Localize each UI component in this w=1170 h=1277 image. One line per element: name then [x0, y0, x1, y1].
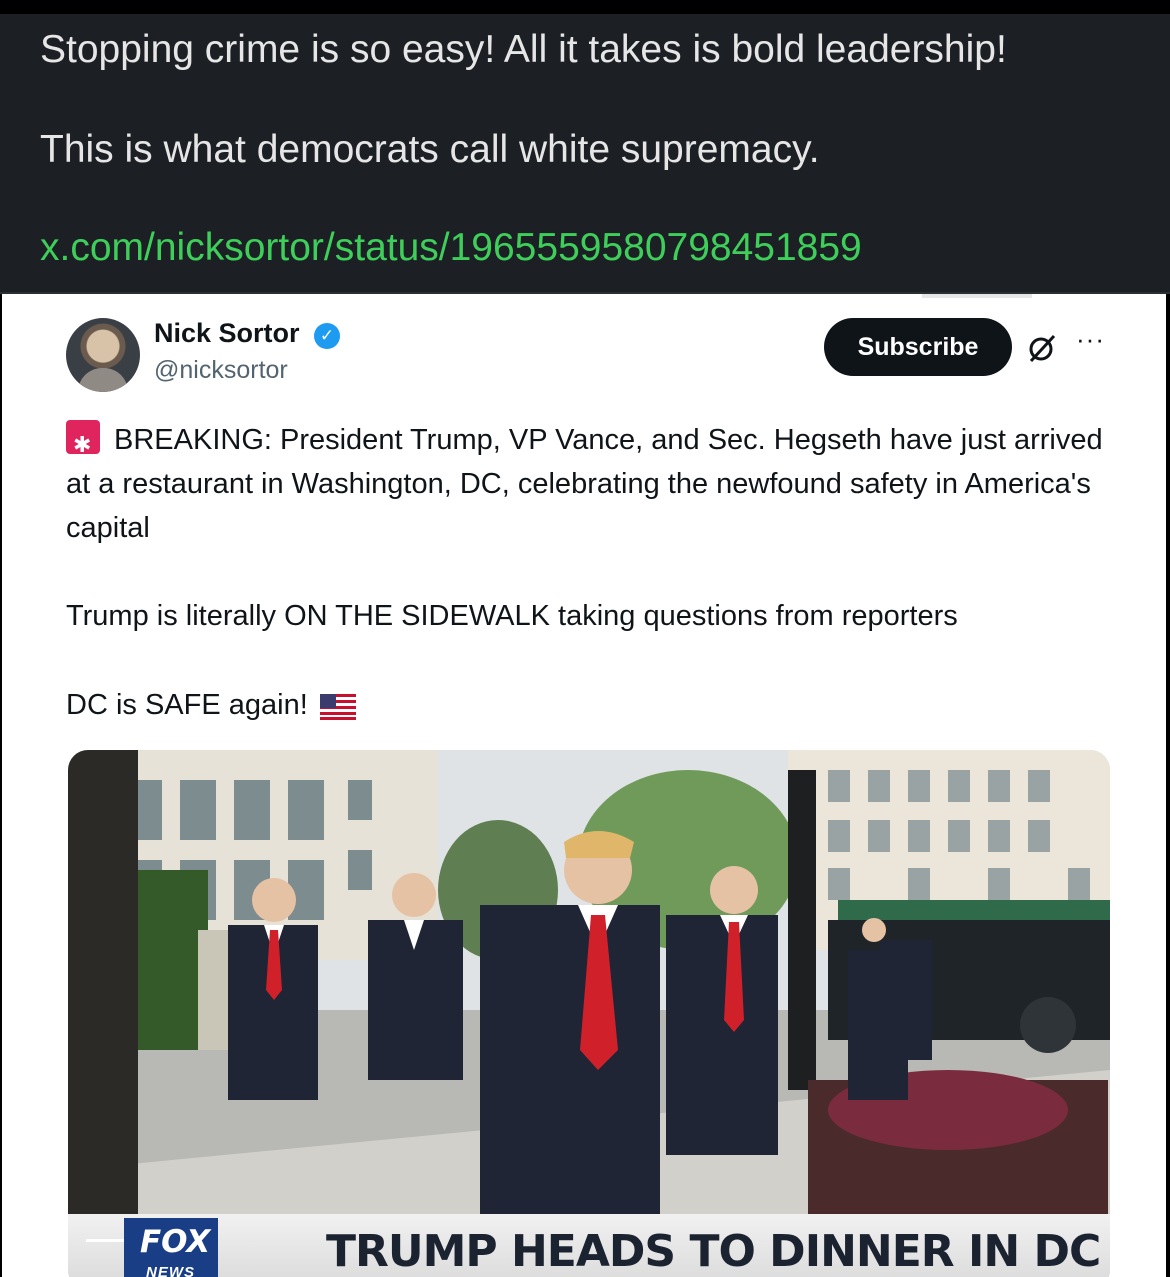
post-link[interactable]: x.com/nicksortor/status/1965559580798451…: [40, 224, 862, 272]
fox-logo-bottom: NEWS: [146, 1264, 195, 1277]
embedded-tweet-screenshot: Nick Sortor ✓ @nicksortor Subscribe ··· …: [0, 294, 1170, 1277]
siren-icon: [66, 420, 100, 467]
divider: [922, 294, 1032, 298]
author-handle[interactable]: @nicksortor: [154, 356, 288, 385]
chyron-rule: [86, 1239, 126, 1242]
tweet-card: Nick Sortor ✓ @nicksortor Subscribe ··· …: [2, 294, 1166, 1277]
fox-news-logo: FOX NEWS: [124, 1218, 218, 1277]
post-text-panel: Stopping crime is so easy! All it takes …: [0, 14, 1170, 294]
us-flag-icon: [319, 694, 356, 720]
tweet-paragraph-3-text: DC is SAFE again!: [66, 689, 308, 721]
tweet-paragraph-1: BREAKING: President Trump, VP Vance, and…: [66, 418, 1126, 550]
tweet-paragraph-3: DC is SAFE again!: [66, 683, 356, 727]
fox-logo-top: FOX: [140, 1224, 211, 1260]
street-scene-image: [68, 750, 1110, 1277]
news-chyron: FOX NEWS TRUMP HEADS TO DINNER IN DC: [68, 1214, 1110, 1277]
grok-icon[interactable]: [1026, 332, 1058, 364]
chyron-headline: TRUMP HEADS TO DINNER IN DC: [326, 1226, 1101, 1277]
post-line-2: This is what democrats call white suprem…: [40, 128, 820, 171]
tweet-paragraph-2: Trump is literally ON THE SIDEWALK takin…: [66, 600, 958, 632]
more-icon[interactable]: ···: [1076, 324, 1105, 355]
subscribe-button[interactable]: Subscribe: [824, 318, 1012, 376]
author-name[interactable]: Nick Sortor: [154, 318, 300, 349]
post-line-1: Stopping crime is so easy! All it takes …: [40, 28, 1007, 71]
tweet-paragraph-1-text: BREAKING: President Trump, VP Vance, and…: [66, 424, 1103, 544]
video-thumbnail[interactable]: FOX NEWS TRUMP HEADS TO DINNER IN DC: [68, 750, 1110, 1277]
avatar[interactable]: [66, 318, 140, 392]
top-strip: [0, 0, 1170, 14]
verified-badge-icon: ✓: [314, 323, 340, 349]
